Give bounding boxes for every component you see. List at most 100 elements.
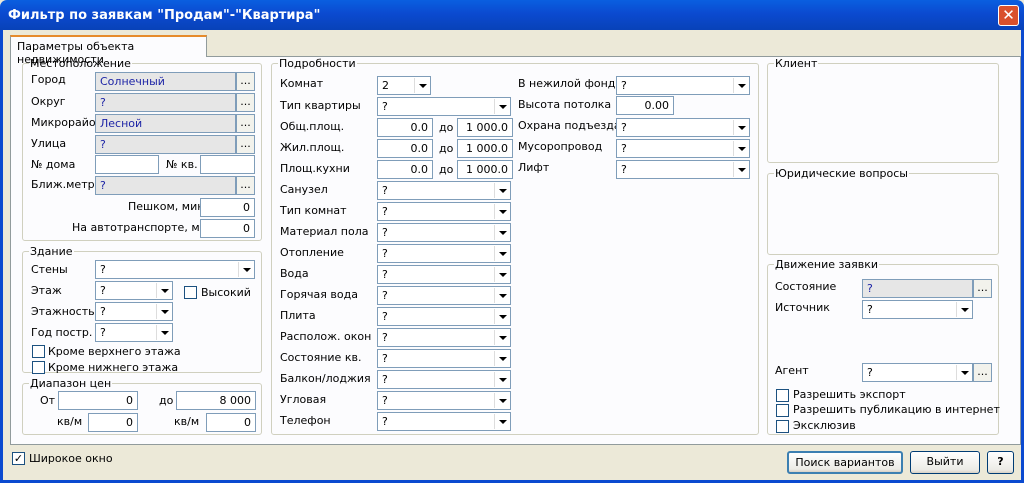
detail-row-select[interactable]: ? <box>377 370 511 389</box>
chevron-down-icon[interactable] <box>733 120 748 135</box>
total-area-from-field[interactable]: 0.0 <box>377 118 433 137</box>
kitchen-area-from-field[interactable]: 0.0 <box>377 160 433 179</box>
except-bottom-checkbox[interactable] <box>32 361 45 374</box>
metro-label: Ближ.метро <box>31 178 102 191</box>
apt-field[interactable] <box>200 155 255 174</box>
detail-row-select[interactable]: ? <box>377 391 511 410</box>
state-label: Состояние <box>775 280 837 293</box>
chevron-down-icon[interactable] <box>494 183 509 198</box>
microdistrict-select-button[interactable]: ... <box>236 114 255 133</box>
detail-row-select[interactable]: ? <box>377 181 511 200</box>
total-area-to-field[interactable]: 1 000.0 <box>457 118 513 137</box>
state-select-button[interactable]: ... <box>973 279 992 298</box>
transport-minutes-field[interactable]: 0 <box>200 219 255 238</box>
year-select[interactable]: ? <box>95 323 173 342</box>
chevron-down-icon[interactable] <box>156 325 171 340</box>
agent-select-button[interactable]: ... <box>973 363 992 382</box>
chevron-down-icon[interactable] <box>414 78 429 93</box>
source-select[interactable]: ? <box>862 300 973 319</box>
city-field[interactable]: Солнечный <box>95 72 236 91</box>
chevron-down-icon[interactable] <box>156 283 171 298</box>
living-area-from-field[interactable]: 0.0 <box>377 139 433 158</box>
chevron-down-icon[interactable] <box>494 372 509 387</box>
price-from-field[interactable]: 0 <box>58 391 138 410</box>
nonres-value: ? <box>621 79 627 92</box>
chevron-down-icon[interactable] <box>494 351 509 366</box>
chevron-down-icon[interactable] <box>156 304 171 319</box>
chevron-down-icon[interactable] <box>494 246 509 261</box>
chevron-down-icon[interactable] <box>238 262 253 277</box>
detail-row-select[interactable]: ? <box>377 223 511 242</box>
district-select-button[interactable]: ... <box>236 93 255 112</box>
city-select-button[interactable]: ... <box>236 72 255 91</box>
chevron-down-icon[interactable] <box>494 414 509 429</box>
wide-window-checkbox[interactable]: ✓ <box>12 452 25 465</box>
floors-select[interactable]: ? <box>95 302 173 321</box>
street-field[interactable]: ? <box>95 135 236 154</box>
exit-button[interactable]: Выйти <box>910 451 980 474</box>
detail-row-select[interactable]: ? <box>377 244 511 263</box>
close-button[interactable]: ✕ <box>998 5 1019 26</box>
microdistrict-label: Микрорайон <box>31 116 103 129</box>
except-top-checkbox[interactable] <box>32 345 45 358</box>
security-select[interactable]: ? <box>616 118 750 137</box>
sqm-from-field[interactable]: 0 <box>88 413 138 432</box>
detail-row-select[interactable]: ? <box>377 349 511 368</box>
garbage-select[interactable]: ? <box>616 139 750 158</box>
price-to-field[interactable]: 8 000 <box>176 391 256 410</box>
ceiling-field[interactable]: 0.00 <box>616 96 674 115</box>
legal-group <box>767 173 999 255</box>
price-legend: Диапазон цен <box>29 377 113 390</box>
lift-select[interactable]: ? <box>616 160 750 179</box>
export-checkbox[interactable] <box>776 389 789 402</box>
chevron-down-icon[interactable] <box>494 309 509 324</box>
type-label: Тип квартиры <box>280 99 361 112</box>
detail-row-select[interactable]: ? <box>377 202 511 221</box>
chevron-down-icon[interactable] <box>494 393 509 408</box>
help-button[interactable]: ? <box>987 451 1014 474</box>
publish-checkbox[interactable] <box>776 404 789 417</box>
chevron-down-icon[interactable] <box>494 225 509 240</box>
chevron-down-icon[interactable] <box>494 204 509 219</box>
house-field[interactable] <box>95 155 159 174</box>
detail-row-label: Вода <box>280 267 309 280</box>
detail-row-select[interactable]: ? <box>377 328 511 347</box>
agent-select[interactable]: ? <box>862 363 973 382</box>
floor-select[interactable]: ? <box>95 281 173 300</box>
microdistrict-field[interactable]: Лесной <box>95 114 236 133</box>
detail-row-select[interactable]: ? <box>377 286 511 305</box>
rooms-select[interactable]: 2 <box>377 76 431 95</box>
chevron-down-icon[interactable] <box>494 330 509 345</box>
walls-select[interactable]: ? <box>95 260 255 279</box>
district-field[interactable]: ? <box>95 93 236 112</box>
street-select-button[interactable]: ... <box>236 135 255 154</box>
detail-row-select[interactable]: ? <box>377 265 511 284</box>
living-area-to-field[interactable]: 1 000.0 <box>457 139 513 158</box>
search-variants-button[interactable]: Поиск вариантов <box>787 451 903 474</box>
chevron-down-icon[interactable] <box>494 267 509 282</box>
state-field[interactable]: ? <box>862 279 973 298</box>
chevron-down-icon[interactable] <box>733 162 748 177</box>
detail-row-select[interactable]: ? <box>377 307 511 326</box>
detail-row-value: ? <box>382 352 388 365</box>
exclusive-checkbox[interactable] <box>776 420 789 433</box>
details-legend: Подробности <box>278 57 357 70</box>
year-value: ? <box>100 326 106 339</box>
kitchen-area-to-field[interactable]: 1 000.0 <box>457 160 513 179</box>
walk-minutes-field[interactable]: 0 <box>200 198 255 217</box>
chevron-down-icon[interactable] <box>956 302 971 317</box>
except-bottom-label: Кроме нижнего этажа <box>48 361 179 374</box>
high-checkbox[interactable] <box>184 286 197 299</box>
chevron-down-icon[interactable] <box>494 288 509 303</box>
sqm-to-field[interactable]: 0 <box>206 413 256 432</box>
metro-field[interactable]: ? <box>95 176 236 195</box>
chevron-down-icon[interactable] <box>494 99 509 114</box>
type-select[interactable]: ? <box>377 97 511 116</box>
tab-object-params[interactable]: Параметры объекта недвижимости <box>10 35 207 66</box>
metro-select-button[interactable]: ... <box>236 176 255 195</box>
chevron-down-icon[interactable] <box>956 365 971 380</box>
detail-row-select[interactable]: ? <box>377 412 511 431</box>
chevron-down-icon[interactable] <box>733 78 748 93</box>
nonres-select[interactable]: ? <box>616 76 750 95</box>
chevron-down-icon[interactable] <box>733 141 748 156</box>
